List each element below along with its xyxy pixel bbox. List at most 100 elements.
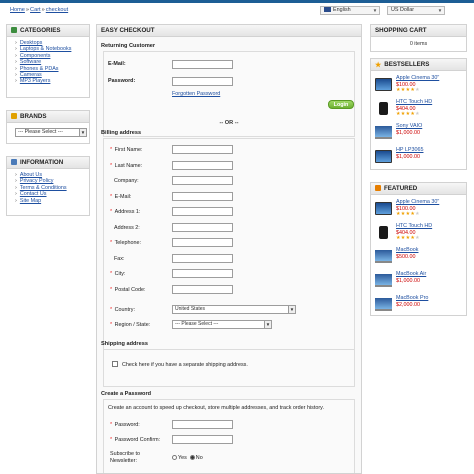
breadcrumb: Home»Cart»checkout xyxy=(10,7,69,13)
login-password-field[interactable] xyxy=(172,77,233,86)
email-label: E-Mail: xyxy=(108,61,126,67)
product-name-link[interactable]: Sony VAIO xyxy=(396,123,422,129)
information-list: About UsPrivacy PolicyTerms & Conditions… xyxy=(7,169,89,207)
billing-field-label: * Address 1: xyxy=(110,209,141,215)
product-price: $2,000.00 xyxy=(396,301,420,308)
create-password-title: Create a Password xyxy=(101,391,152,397)
product-price: $1,000.00 xyxy=(396,153,420,160)
billing-field-input[interactable] xyxy=(172,253,233,263)
product-name-link[interactable]: Apple Cinema 30" xyxy=(396,75,439,81)
category-link[interactable]: Desktops xyxy=(20,40,42,46)
brand-select[interactable]: --- Please Select --- ▼ xyxy=(15,128,87,137)
product-name-link[interactable]: MacBook xyxy=(396,247,418,253)
create-password-intro: Create an account to speed up checkout, … xyxy=(108,405,324,411)
chevron-down-icon: ▼ xyxy=(372,8,378,13)
category-icon xyxy=(11,27,17,33)
subscribe-yes-radio[interactable] xyxy=(172,455,177,460)
subscribe-options: Yes No xyxy=(172,455,203,461)
chevron-down-icon: ▼ xyxy=(264,321,271,328)
billing-field-input[interactable] xyxy=(172,176,233,185)
language-select[interactable]: English ▼ xyxy=(320,6,380,15)
breadcrumb-cart[interactable]: Cart xyxy=(30,7,41,13)
login-email-field[interactable] xyxy=(172,60,233,69)
featured-product: MacBook $500.00 xyxy=(375,247,464,271)
bestseller-product: HP LP3065 $1,000.00 xyxy=(375,147,464,171)
billing-field-input[interactable] xyxy=(172,269,233,278)
top-bar xyxy=(0,0,474,3)
information-link[interactable]: Contact Us xyxy=(20,191,47,197)
password-confirm-label: * Password Confirm: xyxy=(110,437,161,443)
product-name-link[interactable]: HP LP3065 xyxy=(396,147,423,153)
new-password-field[interactable] xyxy=(172,420,233,429)
featured-product: MacBook Pro $2,000.00 xyxy=(375,295,464,319)
login-button[interactable]: Login xyxy=(328,100,354,109)
checkout-panel: EASY CHECKOUT Returning Customer E-Mail:… xyxy=(96,24,362,474)
product-name-link[interactable]: HTC Touch HD xyxy=(396,223,432,229)
billing-field-input[interactable] xyxy=(172,191,233,201)
product-name-link[interactable]: Apple Cinema 30" xyxy=(396,199,439,205)
product-price: $500.00 xyxy=(396,253,416,260)
monitor-thumbnail[interactable] xyxy=(375,150,392,163)
laptop-thumbnail[interactable] xyxy=(375,274,392,287)
information-link[interactable]: Terms & Conditions xyxy=(20,185,67,191)
flag-icon xyxy=(324,7,331,12)
monitor-thumbnail[interactable] xyxy=(375,202,392,215)
forgotten-password-link[interactable]: Forgotten Password xyxy=(172,91,220,97)
billing-field-label: Address 2: xyxy=(114,224,140,231)
shipping-panel: Check here if you have a separate shippi… xyxy=(103,349,355,387)
product-price: $1,000.00 xyxy=(396,129,420,136)
billing-field-label: Company: xyxy=(114,178,139,184)
information-link[interactable]: Privacy Policy xyxy=(20,178,54,184)
product-name-link[interactable]: MacBook Air xyxy=(396,271,426,277)
category-link[interactable]: Phones & PDAs xyxy=(20,66,59,72)
phone-thumbnail[interactable] xyxy=(379,102,388,115)
information-item: Site Map xyxy=(15,198,89,204)
rating-stars: ★★★★★ xyxy=(396,235,420,241)
country-select[interactable]: United States ▼ xyxy=(172,305,296,314)
rating-stars: ★★★★★ xyxy=(396,87,420,93)
category-link[interactable]: Cameras xyxy=(20,72,42,78)
breadcrumb-checkout[interactable]: checkout xyxy=(46,7,68,13)
categories-heading: CATEGORIES xyxy=(7,25,89,37)
subscribe-label: Subscribe to Newsletter: xyxy=(110,451,140,464)
monitor-thumbnail[interactable] xyxy=(375,78,392,91)
billing-field-input[interactable] xyxy=(172,284,233,294)
featured-box: FEATURED Apple Cinema 30" $100.00 ★★★★★ HTC… xyxy=(370,182,467,316)
billing-field-input[interactable] xyxy=(172,207,233,216)
laptop-thumbnail[interactable] xyxy=(375,298,392,311)
phone-thumbnail[interactable] xyxy=(379,226,388,239)
region-label: * Region / State: xyxy=(110,322,151,328)
laptop-thumbnail[interactable] xyxy=(375,250,392,263)
separate-shipping-checkbox[interactable] xyxy=(112,361,118,367)
category-list: DesktopsLaptops & NotebooksComponentsSof… xyxy=(7,37,89,88)
category-link[interactable]: MP3 Players xyxy=(20,78,51,84)
information-link[interactable]: About Us xyxy=(20,172,42,178)
billing-panel: * Country: United States ▼ * Region / Sta… xyxy=(103,138,355,353)
category-link[interactable]: Software xyxy=(20,59,41,65)
breadcrumb-home[interactable]: Home xyxy=(10,7,25,13)
laptop-thumbnail[interactable] xyxy=(375,126,392,139)
billing-field-input[interactable] xyxy=(172,238,233,247)
category-link[interactable]: Laptops & Notebooks xyxy=(20,46,72,52)
featured-icon xyxy=(375,185,381,191)
subscribe-no-radio[interactable] xyxy=(189,455,195,460)
info-icon xyxy=(11,159,17,165)
product-name-link[interactable]: MacBook Pro xyxy=(396,295,428,301)
category-link[interactable]: Components xyxy=(20,53,51,59)
password-confirm-field[interactable] xyxy=(172,435,233,444)
information-heading: INFORMATION xyxy=(7,157,89,169)
product-name-link[interactable]: HTC Touch HD xyxy=(396,99,432,105)
information-link[interactable]: Site Map xyxy=(20,198,41,204)
create-password-panel: Create an account to speed up checkout, … xyxy=(103,399,355,473)
billing-field-input[interactable] xyxy=(172,145,233,154)
bestsellers-box: ★ BESTSELLERS Apple Cinema 30" $100.00 ★★★★… xyxy=(370,58,467,170)
billing-field-input[interactable] xyxy=(172,160,233,170)
separate-shipping-label: Check here if you have a separate shippi… xyxy=(122,362,248,368)
billing-title: Billing address xyxy=(101,130,142,136)
currency-select[interactable]: US Dollar ▼ xyxy=(387,6,445,15)
billing-field-input[interactable] xyxy=(172,222,233,232)
region-select[interactable]: --- Please Select --- ▼ xyxy=(172,320,272,329)
country-label: * Country: xyxy=(110,307,135,313)
featured-heading: FEATURED xyxy=(371,183,466,195)
billing-field-label: * Telephone: xyxy=(110,240,141,246)
